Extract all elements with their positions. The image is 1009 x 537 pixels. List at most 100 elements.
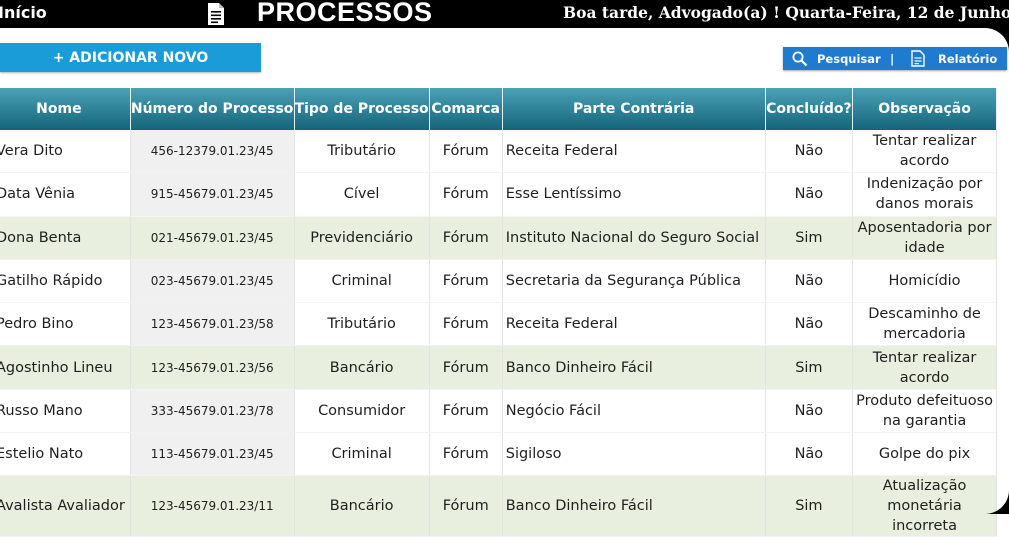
greeting-text: Boa tarde, Advogado(a) ! Quarta-Feira, 1… [563,3,1009,22]
obs-line-1: Descaminho de [868,306,981,323]
cell-comarca: Fórum [429,302,503,347]
cell-comarca: Fórum [429,216,503,260]
cell-nome: Vera Dito [0,130,131,174]
cell-concluido: Sim [765,475,854,537]
toolbar-actions: Pesquisar | Relatório [783,47,1007,70]
cell-parte: Receita Federal [502,130,766,174]
cell-numero: 456-12379.01.23/45 [130,130,295,174]
cell-observacao: Tentar realizar acordo [852,130,997,174]
page-title: PROCESSOS [257,0,433,27]
cell-parte: Esse Lentíssimo [502,172,766,217]
inicio-link[interactable]: Início [0,3,47,22]
obs-line-2: acordo [899,369,950,386]
cell-nome: Russo Mano [0,389,131,434]
cell-tipo: Bancário [294,345,430,390]
cell-parte: Banco Dinheiro Fácil [502,475,766,537]
cell-nome: Agostinho Lineu [0,345,131,390]
table-row[interactable]: Dona Benta 021-45679.01.23/45 Previdenci… [0,216,997,260]
obs-line-1: Aposentadoria por [857,219,992,236]
cell-tipo: Cível [294,172,430,217]
cell-nome: Pedro Bino [0,302,131,347]
search-icon[interactable] [792,51,808,70]
cell-comarca: Fórum [429,130,503,174]
cell-observacao: Produto defeituoso na garantia [852,389,997,434]
cell-observacao: Atualização monetária incorreta [852,475,997,537]
obs-line-2: acordo [899,153,950,170]
cell-tipo: Bancário [294,475,430,537]
header-observacao[interactable]: Observação [852,88,997,130]
add-new-button[interactable]: + ADICIONAR NOVO [0,43,261,72]
cell-numero: 123-45679.01.23/58 [130,302,295,347]
obs-line-2: mercadoria [883,326,966,343]
cell-numero: 023-45679.01.23/45 [130,259,295,304]
cell-tipo: Tributário [294,302,430,347]
table-row[interactable]: Vera Dito 456-12379.01.23/45 Tributário … [0,130,997,174]
cell-tipo: Criminal [294,259,430,304]
search-button[interactable]: Pesquisar [817,52,881,66]
cell-numero: 333-45679.01.23/78 [130,389,295,434]
frame-corner-bottom [985,490,1009,514]
cell-tipo: Criminal [294,432,430,477]
processes-table: Nome Número do Processo Tipo de Processo… [0,88,997,537]
cell-comarca: Fórum [429,172,503,217]
toolbar-divider: | [890,52,895,66]
cell-observacao: Tentar realizar acordo [852,345,997,390]
table-row[interactable]: Estelio Nato 113-45679.01.23/45 Criminal… [0,432,997,477]
cell-comarca: Fórum [429,389,503,434]
header-tipo[interactable]: Tipo de Processo [294,88,430,130]
table-row[interactable]: Agostinho Lineu 123-45679.01.23/56 Bancá… [0,345,997,390]
obs-line-2: idade [904,239,945,256]
obs-line-2: na garantia [882,412,967,429]
table-row[interactable]: Russo Mano 333-45679.01.23/78 Consumidor… [0,389,997,434]
cell-parte: Sigiloso [502,432,766,477]
cell-tipo: Consumidor [294,389,430,434]
cell-comarca: Fórum [429,432,503,477]
cell-parte: Receita Federal [502,302,766,347]
table-row[interactable]: Gatilho Rápido 023-45679.01.23/45 Crimin… [0,259,997,304]
table-row[interactable]: Pedro Bino 123-45679.01.23/58 Tributário… [0,302,997,347]
cell-comarca: Fórum [429,259,503,304]
report-icon[interactable] [911,50,925,70]
header-concluido[interactable]: Concluído? [765,88,854,130]
obs-line-2: monetária incorreta [887,498,962,535]
table-row[interactable]: Avalista Avaliador 123-45679.01.23/11 Ba… [0,475,997,537]
table-header-row: Nome Número do Processo Tipo de Processo… [0,88,997,130]
cell-observacao: Descaminho de mercadoria [852,302,997,347]
header-parte[interactable]: Parte Contrária [502,88,766,130]
obs-line-1: Tentar realizar [872,133,977,150]
cell-concluido: Não [765,432,854,477]
table-row[interactable]: Data Vênia 915-45679.01.23/45 Cível Fóru… [0,172,997,217]
cell-observacao: Aposentadoria por idade [852,216,997,260]
header-nome[interactable]: Nome [0,88,131,130]
cell-observacao: Golpe do pix [852,432,997,477]
cell-numero: 123-45679.01.23/56 [130,345,295,390]
obs-line-2: danos morais [875,196,974,213]
report-button[interactable]: Relatório [938,52,997,66]
obs-line-1: Produto defeituoso [856,392,993,409]
cell-nome: Estelio Nato [0,432,131,477]
cell-nome: Avalista Avaliador [0,475,131,537]
cell-concluido: Não [765,302,854,347]
cell-comarca: Fórum [429,345,503,390]
cell-nome: Data Vênia [0,172,131,217]
cell-observacao: Homicídio [852,259,997,304]
cell-concluido: Não [765,389,854,434]
header-numero[interactable]: Número do Processo [130,88,295,130]
header-comarca[interactable]: Comarca [429,88,503,130]
obs-line-1: Tentar realizar [872,349,977,366]
cell-numero: 021-45679.01.23/45 [130,216,295,260]
cell-numero: 915-45679.01.23/45 [130,172,295,217]
cell-comarca: Fórum [429,475,503,537]
cell-nome: Gatilho Rápido [0,259,131,304]
obs-line-1: Atualização [882,478,967,495]
cell-numero: 123-45679.01.23/11 [130,475,295,537]
cell-observacao: Indenização por danos morais [852,172,997,217]
cell-concluido: Não [765,130,854,174]
cell-tipo: Tributário [294,130,430,174]
top-bar: Início PROCESSOS Boa tarde, Advogado(a) … [0,0,1009,28]
cell-parte: Instituto Nacional do Seguro Social [502,216,766,260]
obs-line-1: Indenização por [866,176,983,193]
cell-concluido: Não [765,259,854,304]
document-icon [208,3,224,25]
cell-concluido: Não [765,172,854,217]
